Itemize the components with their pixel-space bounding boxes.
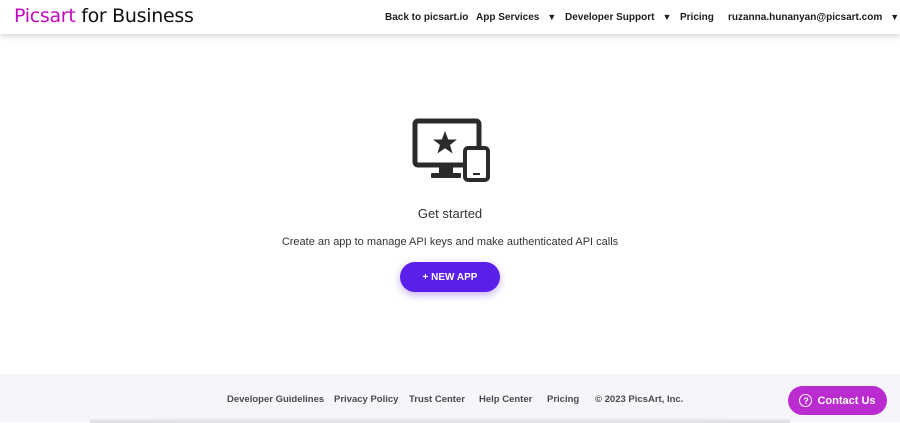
question-icon: ? (799, 394, 813, 407)
devices-star-icon (412, 118, 490, 182)
nav-developer-support-label: Developer Support (565, 11, 655, 23)
page-subtitle: Create an app to manage API keys and mak… (281, 236, 619, 248)
nav-app-services-label: App Services (476, 11, 540, 23)
contact-us-label: Contact Us (817, 394, 876, 407)
nav-account-menu[interactable]: ruzanna.hunanyan@picsart.com ▼ (728, 0, 899, 34)
logo-brand: Picsart (14, 5, 76, 27)
nav-app-services[interactable]: App Services ▼ (476, 0, 556, 34)
logo-suffix: for Business (75, 5, 194, 27)
footer-link-developer-guidelines[interactable]: Developer Guidelines (227, 394, 324, 405)
main-content (0, 34, 900, 374)
footer-link-pricing[interactable]: Pricing (547, 394, 579, 405)
contact-us-button[interactable]: ? Contact Us (788, 386, 887, 415)
chevron-down-icon: ▼ (890, 12, 900, 22)
nav-back-label: Back to picsart.io (385, 11, 469, 23)
page-title: Get started (417, 206, 483, 221)
nav-back-to-picsart[interactable]: Back to picsart.io (385, 0, 468, 34)
footer-link-help-center[interactable]: Help Center (479, 394, 532, 405)
footer-link-privacy-policy[interactable]: Privacy Policy (334, 394, 398, 405)
chevron-down-icon: ▼ (662, 12, 672, 22)
bottom-shadow (90, 417, 790, 423)
nav-developer-support[interactable]: Developer Support ▼ (565, 0, 671, 34)
footer-link-trust-center[interactable]: Trust Center (409, 394, 465, 405)
footer-copyright: © 2023 PicsArt, Inc. (595, 394, 684, 405)
new-app-button[interactable]: + NEW APP (400, 262, 500, 292)
picsart-logo[interactable]: Picsart for Business (14, 5, 194, 27)
nav-pricing[interactable]: Pricing (680, 0, 714, 34)
nav-pricing-label: Pricing (680, 11, 714, 23)
account-email: ruzanna.hunanyan@picsart.com (728, 11, 883, 23)
top-header: Picsart for Business Back to picsart.io … (0, 0, 900, 34)
chevron-down-icon: ▼ (547, 12, 557, 22)
footer-links: Developer Guidelines Privacy Policy Trus… (0, 374, 900, 422)
footer: Developer Guidelines Privacy Policy Trus… (0, 374, 900, 422)
